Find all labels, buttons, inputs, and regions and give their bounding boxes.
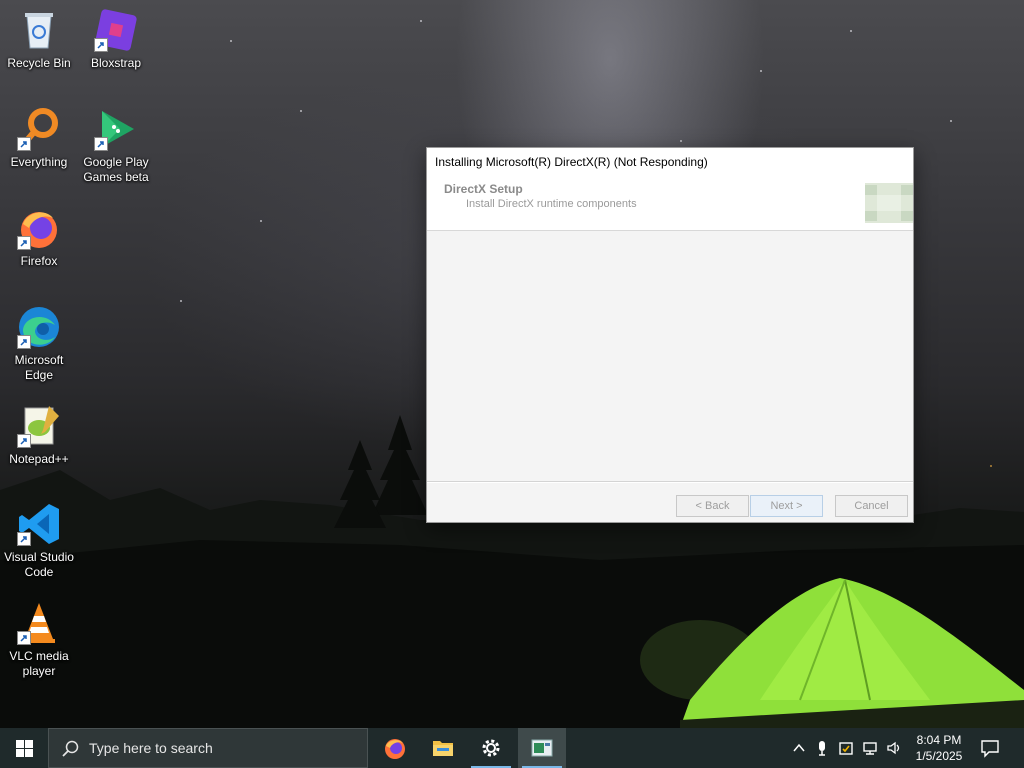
desktop-icon-label: Firefox (20, 254, 58, 268)
recycle-bin-icon (15, 6, 63, 54)
directx-setup-dialog[interactable]: Installing Microsoft(R) DirectX(R) (Not … (426, 147, 914, 523)
everything-search-icon (15, 105, 63, 153)
google-play-games-icon (92, 105, 140, 153)
desktop-icon-recycle-bin[interactable]: Recycle Bin (1, 6, 77, 71)
desktop-icon-label: Recycle Bin (7, 56, 71, 70)
taskbar-app-firefox[interactable] (371, 728, 419, 768)
desktop-icon-vlc[interactable]: VLC media player (1, 599, 77, 679)
header-title: DirectX Setup (444, 182, 523, 196)
security-icon[interactable] (838, 740, 854, 756)
microphone-icon[interactable] (814, 740, 830, 756)
show-hidden-icons-chevron-up-icon[interactable] (791, 740, 807, 756)
taskbar-clock[interactable]: 8:04 PM 1/5/2025 (904, 732, 974, 764)
desktop-icon-everything[interactable]: Everything (1, 105, 77, 170)
desktop-icon-microsoft-edge[interactable]: Microsoft Edge (1, 303, 77, 383)
back-button[interactable]: < Back (676, 495, 749, 517)
file-explorer-icon (433, 741, 453, 756)
desktop-icon-visual-studio-code[interactable]: Visual Studio Code (1, 500, 77, 580)
desktop-icon-label: Games beta (83, 170, 149, 184)
firefox-icon (15, 204, 63, 252)
network-icon[interactable] (862, 740, 878, 756)
desktop-icon-label: Edge (24, 368, 54, 382)
desktop-icon-label: VLC media (9, 649, 69, 663)
shortcut-arrow-icon (17, 236, 31, 250)
edge-icon (15, 303, 63, 351)
dialog-separator (427, 482, 913, 483)
start-button[interactable] (0, 728, 48, 768)
taskbar-app-file-explorer[interactable] (419, 728, 467, 768)
shortcut-arrow-icon (94, 137, 108, 151)
desktop-icon-firefox[interactable]: Firefox (1, 204, 77, 269)
windows-logo-icon (16, 740, 33, 757)
search-placeholder: Type here to search (89, 740, 213, 756)
taskbar: Type here to search 8:04 PM 1/5/2025 (0, 728, 1024, 768)
desktop-icon-label: player (22, 664, 56, 678)
desktop-icon-label: Bloxstrap (90, 56, 142, 70)
dialog-button-row: < Back Next > Cancel (427, 495, 913, 517)
bloxstrap-icon (92, 6, 140, 54)
shortcut-arrow-icon (17, 631, 31, 645)
taskbar-app-directx-setup[interactable] (518, 728, 566, 768)
clock-time: 8:04 PM (916, 733, 962, 747)
shortcut-arrow-icon (17, 137, 31, 151)
cancel-button[interactable]: Cancel (835, 495, 908, 517)
vscode-icon (15, 500, 63, 548)
next-button[interactable]: Next > (750, 495, 823, 517)
dialog-title: Installing Microsoft(R) DirectX(R) (Not … (435, 155, 708, 169)
volume-icon[interactable] (886, 740, 902, 756)
notepad-plus-plus-icon (15, 402, 63, 450)
shortcut-arrow-icon (17, 335, 31, 349)
shortcut-arrow-icon (17, 434, 31, 448)
directx-logo-icon (865, 183, 913, 223)
desktop-icon-label: Notepad++ (9, 452, 69, 466)
header-subtitle: Install DirectX runtime components (466, 198, 637, 210)
settings-gear-icon (482, 739, 500, 757)
desktop-icon-notepad-plus-plus[interactable]: Notepad++ (1, 402, 77, 467)
desktop-icon-label: Code (24, 565, 54, 579)
clock-date: 1/5/2025 (915, 749, 963, 763)
desktop-icon-google-play-games[interactable]: Google Play Games beta (78, 105, 154, 185)
dialog-body (427, 231, 913, 481)
dialog-title-bar[interactable]: Installing Microsoft(R) DirectX(R) (Not … (427, 148, 913, 176)
taskbar-search-box[interactable]: Type here to search (48, 728, 368, 768)
firefox-icon (385, 739, 405, 759)
taskbar-app-settings[interactable] (467, 728, 515, 768)
vlc-icon (15, 599, 63, 647)
directx-setup-icon (531, 739, 553, 757)
search-icon (62, 740, 79, 757)
shortcut-arrow-icon (94, 38, 108, 52)
dialog-header: DirectX Setup Install DirectX runtime co… (427, 176, 913, 231)
desktop-icon-label: Google Play (83, 155, 149, 169)
notification-center-icon[interactable] (980, 738, 1000, 758)
desktop-icon-label: Microsoft (14, 353, 64, 367)
desktop[interactable]: Recycle Bin Bloxstrap Everything Google … (0, 0, 1024, 768)
desktop-icon-label: Visual Studio (4, 550, 74, 564)
desktop-icon-bloxstrap[interactable]: Bloxstrap (78, 6, 154, 71)
shortcut-arrow-icon (17, 532, 31, 546)
desktop-icon-label: Everything (10, 155, 68, 169)
